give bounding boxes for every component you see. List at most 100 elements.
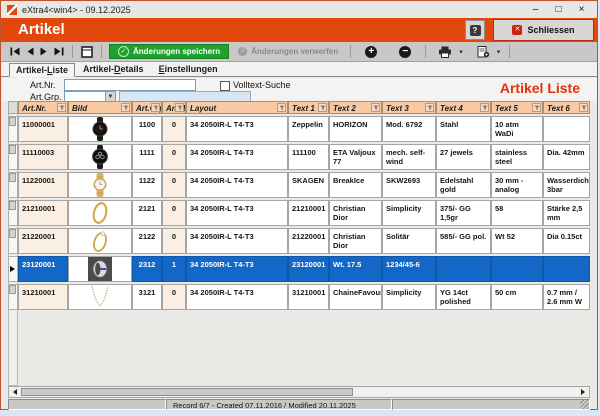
cell-text1[interactable]: 23120001 — [288, 256, 329, 282]
record-selector-cell[interactable] — [8, 116, 18, 142]
cell-text3[interactable]: mech. self-wind — [382, 144, 436, 170]
cell-art-grp[interactable]: 3121 — [132, 284, 162, 310]
cell-text3[interactable]: Simplicity — [382, 200, 436, 226]
filter-funnel-icon[interactable] — [480, 103, 489, 112]
cell-text1[interactable]: 31210001 — [288, 284, 329, 310]
cell-art-grp[interactable]: 1111 — [132, 144, 162, 170]
filter-funnel-icon[interactable] — [57, 103, 66, 112]
record-selector-cell[interactable] — [8, 228, 18, 254]
discard-changes-button[interactable]: ✕ Änderungen verwerfen — [231, 47, 345, 56]
cell-text5[interactable]: 30 mm - analog — [491, 172, 543, 198]
column-header-layout[interactable]: Layout — [186, 101, 288, 114]
cell-text4[interactable]: 585/- GG pol. — [436, 228, 491, 254]
column-header-text-3[interactable]: Text 3 — [382, 101, 436, 114]
report-options-chevron-icon[interactable]: ▾ — [493, 48, 505, 56]
cell-bild[interactable] — [68, 284, 132, 310]
cell-text1[interactable]: SKAGEN — [288, 172, 329, 198]
resize-grip-icon[interactable] — [580, 400, 589, 409]
cell-text5[interactable]: Wt 52 — [491, 228, 543, 254]
cell-text5[interactable]: 50 cm — [491, 284, 543, 310]
table-row[interactable]: 231200012312134 2050IR-L T4-T323120001Wt… — [8, 256, 590, 282]
grid-view-button[interactable] — [78, 44, 96, 60]
cell-text4[interactable]: Edelstahl gold — [436, 172, 491, 198]
cell-text3[interactable]: 1234/45-6 — [382, 256, 436, 282]
filter-funnel-icon[interactable] — [277, 103, 286, 112]
volltext-checkbox[interactable] — [220, 81, 230, 91]
scroll-right-icon[interactable] — [578, 388, 588, 396]
tab-artikel-details[interactable]: Artikel-Details — [76, 62, 151, 76]
column-header-text-4[interactable]: Text 4 — [436, 101, 491, 114]
cell-art-nr[interactable]: 23120001 — [18, 256, 68, 282]
nav-next-button[interactable] — [37, 44, 51, 60]
cell-text4[interactable]: 375/- GG 1,5gr — [436, 200, 491, 226]
filter-funnel-icon[interactable] — [121, 103, 130, 112]
tab-artikel-liste[interactable]: Artikel-Liste — [9, 63, 75, 77]
column-header-art-grp[interactable]: Art.Grp — [132, 101, 162, 114]
cell-bild[interactable] — [68, 200, 132, 226]
column-header-anz-e[interactable]: Anz.E — [162, 101, 186, 114]
cell-anz-e[interactable]: 0 — [162, 172, 186, 198]
filter-funnel-icon[interactable] — [151, 103, 160, 112]
filter-funnel-icon[interactable] — [371, 103, 380, 112]
cell-art-grp[interactable]: 1122 — [132, 172, 162, 198]
record-selector-cell[interactable] — [8, 284, 18, 310]
cell-art-grp[interactable]: 2122 — [132, 228, 162, 254]
cell-bild[interactable] — [68, 228, 132, 254]
cell-text5[interactable]: 10 atm WaDi — [491, 116, 543, 142]
cell-text5[interactable] — [491, 256, 543, 282]
filter-funnel-icon[interactable] — [532, 103, 541, 112]
cell-art-nr[interactable]: 21220001 — [18, 228, 68, 254]
print-button[interactable] — [435, 44, 455, 60]
cell-text2[interactable]: HORIZON — [329, 116, 382, 142]
horizontal-scrollbar[interactable] — [8, 386, 590, 398]
cell-text3[interactable]: Mod. 6792 — [382, 116, 436, 142]
cell-art-nr[interactable]: 21210001 — [18, 200, 68, 226]
cell-anz-e[interactable]: 1 — [162, 256, 186, 282]
cell-layout[interactable]: 34 2050IR-L T4-T3 — [186, 172, 288, 198]
cell-anz-e[interactable]: 0 — [162, 228, 186, 254]
report-button[interactable] — [473, 44, 493, 60]
table-row[interactable]: 212100012121034 2050IR-L T4-T321210001Ch… — [8, 200, 590, 226]
cell-text1[interactable]: 21210001 — [288, 200, 329, 226]
cell-art-nr[interactable]: 11000001 — [18, 116, 68, 142]
cell-text5[interactable]: stainless steel — [491, 144, 543, 170]
cell-art-nr[interactable]: 11110003 — [18, 144, 68, 170]
tab-einstellungen[interactable]: Einstellungen — [152, 62, 225, 76]
maximize-icon[interactable]: □ — [553, 2, 564, 17]
cell-text4[interactable]: YG 14ct polished — [436, 284, 491, 310]
cell-art-grp[interactable]: 1100 — [132, 116, 162, 142]
table-row[interactable]: 110000011100034 2050IR-L T4-T3ZeppelinHO… — [8, 116, 590, 142]
filter-funnel-icon[interactable] — [175, 103, 184, 112]
cell-bild[interactable] — [68, 172, 132, 198]
cell-text5[interactable]: 58 — [491, 200, 543, 226]
cell-text1[interactable]: 111100 — [288, 144, 329, 170]
filter-funnel-icon[interactable] — [579, 103, 588, 112]
print-options-chevron-icon[interactable]: ▾ — [455, 48, 467, 56]
cell-text6[interactable]: Stärke 2,5 mm — [543, 200, 590, 226]
scrollbar-thumb[interactable] — [21, 388, 353, 396]
cell-bild[interactable] — [68, 256, 132, 282]
cell-text4[interactable]: 27 jewels — [436, 144, 491, 170]
cell-text6[interactable]: Wasserdicht 3bar — [543, 172, 590, 198]
filter-funnel-icon[interactable] — [318, 103, 327, 112]
column-header-text-6[interactable]: Text 6 — [543, 101, 590, 114]
table-row[interactable]: 212200012122034 2050IR-L T4-T321220001Ch… — [8, 228, 590, 254]
artnr-input[interactable] — [64, 79, 196, 91]
nav-prev-button[interactable] — [23, 44, 37, 60]
record-selector-cell[interactable] — [8, 144, 18, 170]
cell-text2[interactable]: Wt. 17.5 — [329, 256, 382, 282]
cell-art-grp[interactable]: 2121 — [132, 200, 162, 226]
cell-text3[interactable]: SKW2693 — [382, 172, 436, 198]
cell-layout[interactable]: 34 2050IR-L T4-T3 — [186, 256, 288, 282]
cell-anz-e[interactable]: 0 — [162, 284, 186, 310]
cell-text3[interactable]: Simplicity — [382, 284, 436, 310]
cell-text6[interactable] — [543, 116, 590, 142]
filter-funnel-icon[interactable] — [425, 103, 434, 112]
schliessen-button[interactable]: ✕ Schliessen — [493, 19, 594, 41]
cell-anz-e[interactable]: 0 — [162, 116, 186, 142]
cell-text2[interactable]: ETA Valjoux 77 — [329, 144, 382, 170]
cell-bild[interactable] — [68, 116, 132, 142]
cell-text3[interactable]: Solitär — [382, 228, 436, 254]
cell-art-grp[interactable]: 2312 — [132, 256, 162, 282]
column-header-text-5[interactable]: Text 5 — [491, 101, 543, 114]
